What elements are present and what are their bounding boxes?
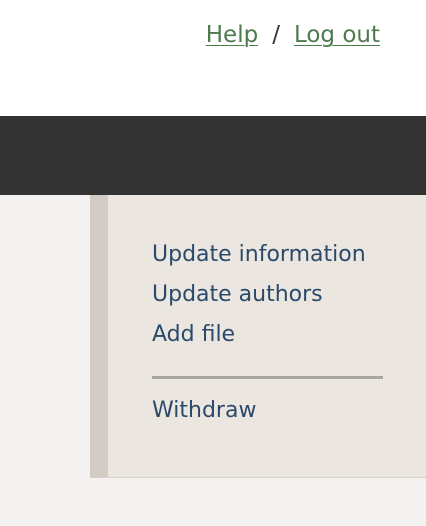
list-item: Update authors [152, 279, 366, 319]
user-links: Help / Log out [206, 22, 380, 48]
page: Help / Log out Update information Update… [0, 0, 426, 526]
actions-list: Update information Update authors Add fi… [152, 239, 366, 359]
actions-panel: Update information Update authors Add fi… [90, 195, 426, 478]
link-separator: / [272, 22, 280, 48]
help-link[interactable]: Help [206, 22, 258, 48]
logout-link[interactable]: Log out [294, 22, 380, 48]
withdraw-link[interactable]: Withdraw [152, 398, 256, 423]
update-authors-link[interactable]: Update authors [152, 282, 323, 307]
list-item: Add file [152, 319, 366, 359]
nav-bar [0, 116, 426, 195]
update-information-link[interactable]: Update information [152, 242, 366, 267]
list-item: Update information [152, 239, 366, 279]
top-header: Help / Log out [0, 0, 426, 116]
actions-divider [152, 376, 383, 379]
add-file-link[interactable]: Add file [152, 322, 235, 347]
